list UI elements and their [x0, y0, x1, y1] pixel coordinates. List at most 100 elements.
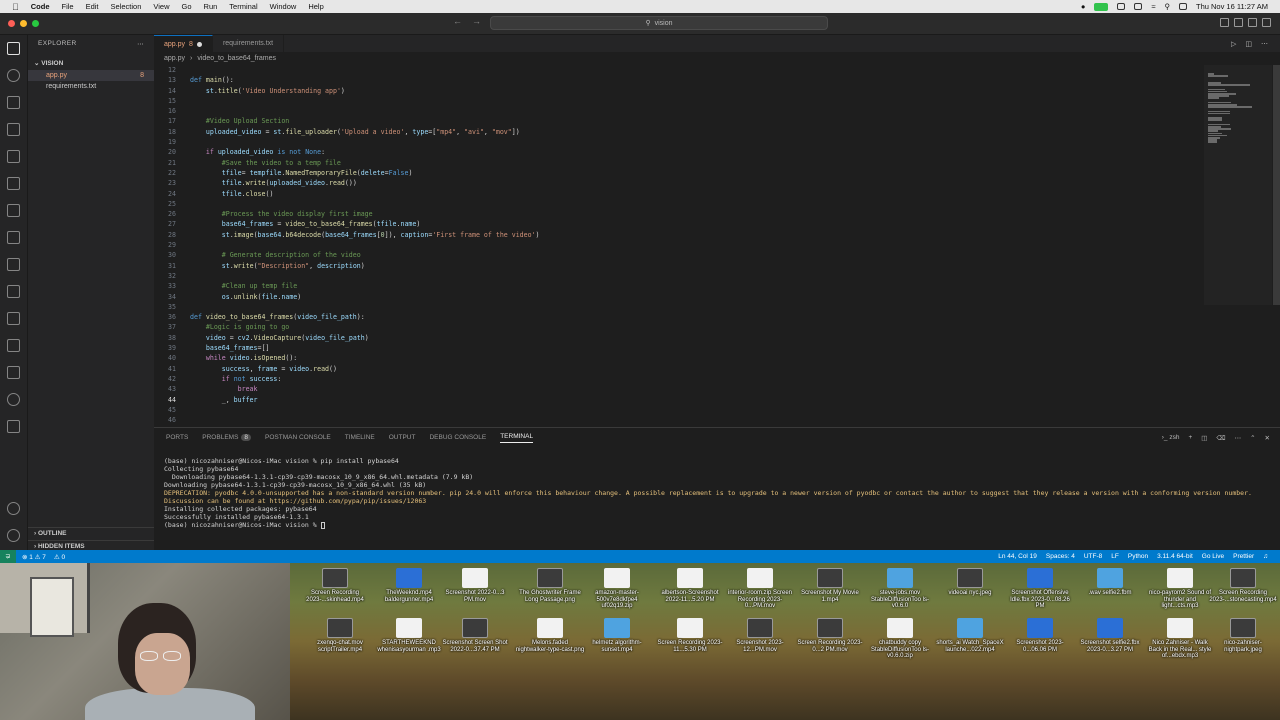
desktop-file[interactable]: videoai nyc.jpeg: [935, 568, 1005, 597]
app-menu[interactable]: Code: [31, 2, 50, 11]
clock[interactable]: Thu Nov 16 11:27 AM: [1196, 2, 1268, 11]
code-line[interactable]: 39 base64_frames=[]: [154, 343, 1204, 353]
menu-run[interactable]: Run: [204, 2, 218, 11]
code-line[interactable]: 26 #Process the video display first imag…: [154, 209, 1204, 219]
maximize-window-button[interactable]: [32, 20, 39, 27]
menu-terminal[interactable]: Terminal: [229, 2, 257, 11]
explorer-icon[interactable]: [7, 42, 20, 55]
prettier-status[interactable]: Prettier: [1233, 553, 1254, 560]
more-actions-icon[interactable]: ⋯: [137, 40, 144, 48]
desktop-file[interactable]: Screenshot 2023-0...06.06 PM: [1005, 618, 1075, 653]
search-icon[interactable]: ⚲: [1165, 2, 1171, 11]
code-line[interactable]: 22 tfile= tempfile.NamedTemporaryFile(de…: [154, 168, 1204, 178]
desktop-file[interactable]: zxenqo-chat.mov scriptTrailer.mp4: [305, 618, 375, 653]
run-icon[interactable]: ▷: [1231, 40, 1236, 48]
bell-icon[interactable]: ♫: [1263, 553, 1268, 560]
search-icon[interactable]: [7, 69, 20, 82]
code-line[interactable]: 46: [154, 415, 1204, 425]
run-debug-icon[interactable]: [7, 123, 20, 136]
toggle-secondary-sidebar-icon[interactable]: [1248, 18, 1257, 27]
manage-gear-icon[interactable]: [7, 529, 20, 542]
remote-icon[interactable]: ⊋: [0, 550, 16, 563]
code-line[interactable]: 35: [154, 302, 1204, 312]
tab-timeline[interactable]: TIMELINE: [345, 434, 375, 441]
remote-explorer-icon[interactable]: [7, 177, 20, 190]
git-graph-icon[interactable]: [7, 339, 20, 352]
trash-icon[interactable]: ⌫: [1216, 434, 1225, 442]
desktop-file[interactable]: amazon-master-500v7e8dkfpe4 uf02q19.zip: [582, 568, 652, 610]
go-live-button[interactable]: Go Live: [1202, 553, 1224, 560]
apple-icon[interactable]: : [12, 2, 19, 12]
desktop-file[interactable]: albertson-Screenshot 2022-11...5.20 PM: [655, 568, 725, 603]
more-actions-icon[interactable]: ⋯: [1235, 434, 1242, 442]
tab-debug-console[interactable]: DEBUG CONSOLE: [429, 434, 486, 441]
forward-arrow-icon[interactable]: →: [472, 16, 481, 26]
tab-terminal[interactable]: TERMINAL: [500, 433, 534, 443]
code-line[interactable]: 15: [154, 96, 1204, 106]
desktop-file[interactable]: Screenshot My Movie 1.mp4: [795, 568, 865, 603]
desktop-file[interactable]: nico-payrom2 Sound of thunder and light.…: [1145, 568, 1215, 610]
editor-scrollbar[interactable]: [1273, 65, 1280, 305]
outline-section[interactable]: › OUTLINE: [28, 527, 154, 539]
close-window-button[interactable]: [8, 20, 15, 27]
toggle-sidebar-icon[interactable]: [1220, 18, 1229, 27]
menu-selection[interactable]: Selection: [111, 2, 142, 11]
desktop-file[interactable]: TheWeeknd.mp4 baldergunner.mp4: [374, 568, 444, 603]
desktop-file[interactable]: chatbuddy copy StableDiffusionToo ls-v0.…: [865, 618, 935, 660]
menu-view[interactable]: View: [153, 2, 169, 11]
close-panel-icon[interactable]: ✕: [1265, 434, 1270, 442]
tab-problems[interactable]: PROBLEMS 8: [202, 434, 252, 441]
customize-layout-icon[interactable]: [1262, 18, 1271, 27]
code-line[interactable]: 23 tfile.write(uploaded_video.read()): [154, 178, 1204, 188]
breadcrumb-symbol[interactable]: video_to_base64_frames: [197, 55, 276, 62]
cursor-position[interactable]: Ln 44, Col 19: [998, 553, 1037, 560]
desktop-file[interactable]: Screen Recording 2023-...stonecasting.mp…: [1208, 568, 1278, 603]
split-terminal-icon[interactable]: ◫: [1201, 434, 1207, 442]
desktop-file[interactable]: STARTHEWEEKND whenisasyourman .mp3: [374, 618, 444, 653]
desktop-file[interactable]: interior-room.zip Screen Recording 2023-…: [725, 568, 795, 610]
code-line[interactable]: 17 #Video Upload Section: [154, 116, 1204, 126]
desktop-file[interactable]: Screenshot 2023-12...PM.mov: [725, 618, 795, 653]
menu-file[interactable]: File: [62, 2, 74, 11]
facetime-icon[interactable]: [1094, 2, 1109, 11]
docker-icon[interactable]: [7, 258, 20, 271]
live-share-icon[interactable]: [7, 393, 20, 406]
code-line[interactable]: 33 #Clean up temp file: [154, 281, 1204, 291]
puzzle-icon[interactable]: [7, 285, 20, 298]
minimap[interactable]: [1204, 65, 1272, 305]
gear-icon[interactable]: [1117, 3, 1126, 10]
indentation[interactable]: Spaces: 4: [1046, 553, 1075, 560]
code-line[interactable]: 24 tfile.close(): [154, 189, 1204, 199]
code-line[interactable]: 43 break: [154, 384, 1204, 394]
folder-vision[interactable]: ⌄ VISION: [28, 53, 154, 70]
menu-go[interactable]: Go: [182, 2, 192, 11]
desktop-file[interactable]: shorts_ai Watch_SpaceX launche...022.mp4: [935, 618, 1005, 653]
desktop-file[interactable]: nico-zahniser-nightpark.jpeg: [1208, 618, 1278, 653]
code-editor[interactable]: 12 13 def main(): 14 st.title('Video Unders…: [154, 65, 1204, 425]
menu-help[interactable]: Help: [308, 2, 323, 11]
python-interpreter[interactable]: 3.11.4 64-bit: [1157, 553, 1193, 560]
notebook-icon[interactable]: [7, 312, 20, 325]
code-line[interactable]: 29: [154, 240, 1204, 250]
code-line[interactable]: 25: [154, 199, 1204, 209]
command-center-search[interactable]: ⚲ vision: [490, 16, 828, 30]
account-icon[interactable]: [7, 502, 20, 515]
breadcrumb-file[interactable]: app.py: [164, 55, 185, 62]
file-app-py[interactable]: app.py 8: [28, 70, 154, 81]
more-actions-icon[interactable]: ⋯: [1261, 40, 1268, 48]
desktop-file[interactable]: Screenshot selfie2.fbx 2023-0...3.27 PM: [1075, 618, 1145, 653]
encoding[interactable]: UTF-8: [1084, 553, 1102, 560]
tab-postman-console[interactable]: POSTMAN CONSOLE: [265, 434, 331, 441]
code-line[interactable]: 31 st.write("Description", description): [154, 261, 1204, 271]
menu-edit[interactable]: Edit: [86, 2, 99, 11]
code-line[interactable]: 13 def main():: [154, 75, 1204, 85]
tab-ports[interactable]: PORTS: [166, 434, 188, 441]
testing-icon[interactable]: [7, 204, 20, 217]
wifi-icon[interactable]: ≈: [1151, 2, 1155, 11]
code-line[interactable]: 42 if not success:: [154, 374, 1204, 384]
desktop-file[interactable]: Screenshot Offensive Idle.fbx 2023-0...0…: [1005, 568, 1075, 610]
code-line[interactable]: 36 def video_to_base64_frames(video_file_…: [154, 312, 1204, 322]
code-line[interactable]: 14 st.title('Video Understanding app'): [154, 86, 1204, 96]
maximize-panel-icon[interactable]: ⌃: [1250, 434, 1255, 442]
code-line[interactable]: 12: [154, 65, 1204, 75]
